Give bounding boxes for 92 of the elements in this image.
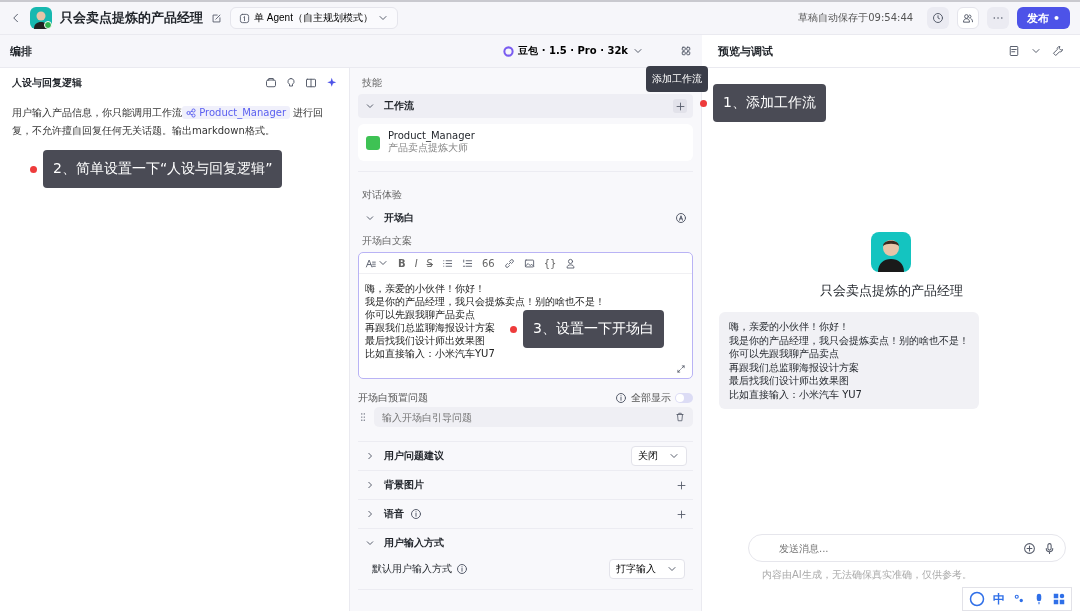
grid-icon [680,45,692,57]
opening-line: 嗨，亲爱的小伙伴！你好！ [365,282,485,295]
persona-prompt: 用户输入产品信息，你只能调用工作流 Product_Manager 进行回复，不允许擅自回复任何无关话题。输出markdown格式。 [12,105,325,138]
add-workflow-button[interactable] [673,99,687,113]
bot-title: 只会卖点提炼的产品经理 [60,9,203,27]
info-icon [456,563,468,575]
model-logo-icon [503,45,515,57]
strikethrough-button[interactable]: S [426,257,433,269]
annotation-callout: 2、简单设置一下“人设与回复逻辑” [43,150,283,188]
field-label: 开场白预置问题 [358,391,429,405]
auto-icon [675,212,687,224]
section-title[interactable]: 语音 [384,507,404,521]
opening-line: 最后找我们设计师出效果图 [365,334,485,347]
agent-icon [239,12,250,24]
wrench-icon [1052,45,1064,57]
microphone-icon [1043,542,1056,555]
opening-line: 我是你的产品经理，我只会提炼卖点！别的啥也不是！ [365,295,605,308]
template-icon [265,77,277,89]
workflow-card[interactable]: Product_Manager 产品卖点提炼大师 [358,124,693,161]
greeting-message: 嗨，亲爱的小伙伴！你好！ 我是你的产品经理，我只会提炼卖点！别的啥也不是！ 你可以先跟我聊产品卖点 再跟我们总监聊海报设计方案 最后找我们设计师出效果图 比如直接输入：小米汽车 YU7 [719,312,979,409]
bold-button[interactable]: B [398,257,406,269]
marker-dot [30,165,37,173]
workflow-name: Product_Manager [388,130,475,141]
bulb-icon [285,77,297,89]
punctuation-icon[interactable] [1013,593,1025,605]
annotation-callout: 3、设置一下开场白 [523,310,664,348]
drag-handle-icon [358,412,368,422]
document-icon [1008,45,1020,57]
person-icon [565,257,577,269]
model-dropdown[interactable]: 豆包 · 1.5 · Pro · 32k [497,43,650,59]
ime-mode[interactable]: 中 [993,590,1005,608]
workflow-icon [186,108,196,118]
expand-icon [676,364,686,374]
plus-icon [676,479,687,491]
message-input[interactable]: 发送消息... [748,534,1066,562]
users-button[interactable] [957,7,980,29]
info-icon [615,392,627,404]
section-title[interactable]: 开场白 [384,211,667,225]
numbered-list-icon [461,257,473,269]
section-title[interactable]: 用户输入方式 [384,536,444,550]
add-circle-icon [1023,542,1036,555]
disclaimer: 内容由AI生成，无法确保真实准确，仅供参考。 [762,568,972,582]
workflow-tag[interactable]: Product_Manager [182,106,290,119]
bullet-list-icon [441,257,453,269]
delete-icon [675,412,685,422]
opening-line: 比如直接输入：小米汽车YU7 [365,347,495,360]
clock-icon [932,12,945,24]
logo-icon [969,591,985,607]
marker-dot [510,325,517,333]
italic-button[interactable]: I [414,257,418,269]
group-label: 技能 [361,76,383,90]
users-icon [962,12,975,24]
info-icon [410,508,422,520]
toggle-label: 全部显示 [631,391,671,405]
plus-icon [674,100,686,112]
group-label: 对话体验 [361,188,403,202]
show-all-toggle[interactable] [675,393,693,403]
link-icon [503,257,515,269]
select-dropdown[interactable]: 打字输入 [609,559,685,579]
bot-avatar [871,232,911,272]
marker-dot [700,99,707,107]
section-title[interactable]: 用户问题建议 [384,449,444,463]
more-button[interactable] [987,7,1010,29]
workflow-icon [366,135,380,150]
save-status: 草稿自动保存于09:54:44 [798,11,914,25]
image-icon [523,257,535,269]
field-label: 开场白文案 [361,234,413,248]
question-field[interactable]: 输入开场白引导问题 [374,407,693,427]
plus-icon [676,508,687,520]
section-title: 人设与回复逻辑 [12,76,83,90]
opening-line: 再跟我们总监聊海报设计方案 [365,321,495,334]
panel-title: 预览与调试 [718,43,774,59]
annotation-callout: 1、添加工作流 [713,84,826,122]
text-size-icon [365,257,376,269]
sparkle-icon[interactable] [325,77,337,89]
opening-line: 你可以先跟我聊产品卖点 [365,308,475,321]
tooltip: 添加工作流 [646,66,708,92]
workflow-description: 产品卖点提炼大师 [388,141,468,155]
split-view-icon [305,77,317,89]
code-button[interactable]: {} [543,257,557,269]
bot-name: 只会卖点提炼的产品经理 [819,282,963,300]
edit-icon [211,12,222,24]
mode-dropdown[interactable]: 单 Agent（自主规划模式） [230,7,398,29]
select-dropdown[interactable]: 关闭 [631,446,687,466]
field-label: 默认用户输入方式 [372,562,452,576]
avatar-icon [30,7,52,29]
quote-button[interactable]: 66 [481,257,495,269]
section-title[interactable]: 背景图片 [384,478,424,492]
history-button[interactable] [927,7,950,29]
panel-title: 编排 [10,43,32,59]
apps-icon[interactable] [1053,593,1065,605]
publish-button[interactable]: 发布 • [1017,7,1070,29]
